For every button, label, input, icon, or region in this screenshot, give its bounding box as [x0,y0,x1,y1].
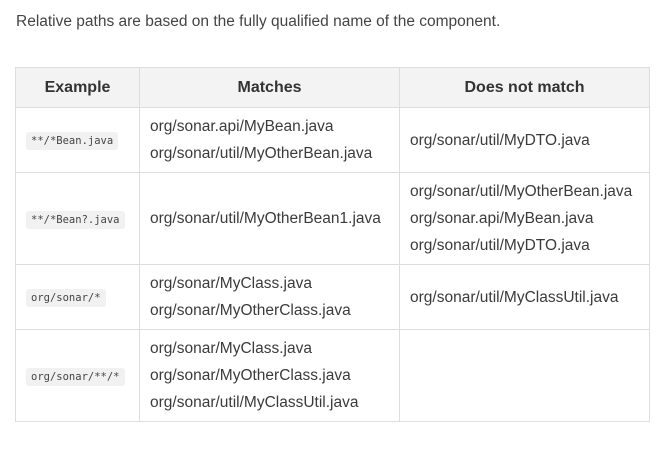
no-match-path: org/sonar/util/MyDTO.java [410,131,590,149]
example-cell: **/*Bean?.java [15,172,140,265]
match-path: org/sonar/MyClass.java [150,275,312,292]
match-path: org/sonar.api/MyBean.java [150,118,334,135]
match-path: org/sonar/util/MyOtherBean.java [150,145,373,162]
matches-cell: org/sonar/MyClass.java org/sonar/MyOther… [139,264,400,330]
table-body: **/*Bean.java org/sonar.api/MyBean.java … [15,107,650,422]
no-match-cell: org/sonar/util/MyOtherBean.java org/sona… [399,172,650,265]
match-path: org/sonar/MyOtherClass.java [150,367,351,384]
matches-cell: org/sonar/util/MyOtherBean1.java [139,172,400,265]
no-match-cell [399,329,650,422]
table-row: org/sonar/**/* org/sonar/MyClass.java or… [15,329,650,422]
no-match-path: org/sonar/util/MyClassUtil.java [410,288,619,306]
match-path: org/sonar/util/MyClassUtil.java [150,394,359,411]
example-cell: **/*Bean.java [15,107,140,173]
match-path: org/sonar/MyClass.java [150,340,312,357]
match-path: org/sonar/MyOtherClass.java [150,302,351,319]
no-match-cell: org/sonar/util/MyClassUtil.java [399,264,650,330]
example-pattern: org/sonar/* [26,289,106,307]
header-does-not-match: Does not match [399,67,650,108]
table-row: **/*Bean?.java org/sonar/util/MyOtherBea… [15,172,650,265]
table-row: org/sonar/* org/sonar/MyClass.java org/s… [15,264,650,330]
header-example: Example [15,67,140,108]
header-matches: Matches [139,67,400,108]
patterns-table: Example Matches Does not match **/*Bean.… [15,67,650,422]
matches-cell: org/sonar.api/MyBean.java org/sonar/util… [139,107,400,173]
table-row: **/*Bean.java org/sonar.api/MyBean.java … [15,107,650,173]
example-cell: org/sonar/* [15,264,140,330]
match-path: org/sonar/util/MyOtherBean1.java [150,210,381,227]
no-match-path: org/sonar.api/MyBean.java [410,210,594,227]
example-pattern: **/*Bean?.java [26,210,125,229]
header-row: Example Matches Does not match [15,67,650,108]
table-header: Example Matches Does not match [15,67,650,108]
example-pattern: **/*Bean.java [26,132,119,150]
no-match-path: org/sonar/util/MyOtherBean.java [410,183,633,200]
intro-text: Relative paths are based on the fully qu… [16,13,501,30]
no-match-path: org/sonar/util/MyDTO.java [410,237,590,254]
matches-cell: org/sonar/MyClass.java org/sonar/MyOther… [139,329,400,422]
no-match-cell: org/sonar/util/MyDTO.java [399,107,650,173]
example-cell: org/sonar/**/* [15,329,140,422]
example-pattern: org/sonar/**/* [26,367,125,386]
